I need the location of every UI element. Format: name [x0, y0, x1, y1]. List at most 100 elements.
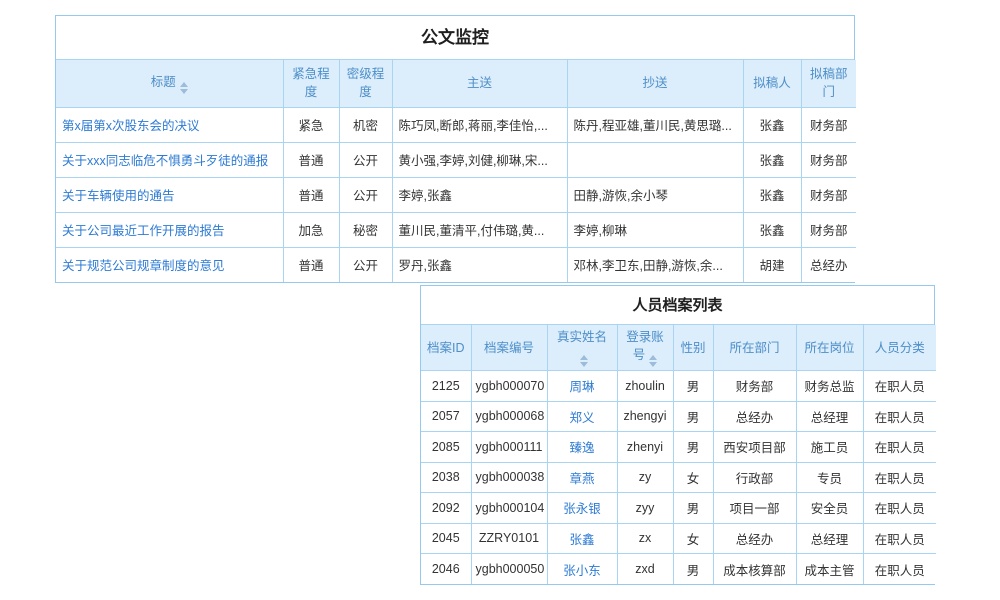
dept-cell: 财务部 — [713, 371, 796, 402]
col-header-account[interactable]: 登录账号 — [617, 325, 673, 371]
doc-row: 关于规范公司规章制度的意见 普通 公开 罗丹,张鑫 邓林,李卫东,田静,游恢,余… — [56, 247, 856, 282]
drafter-cell: 张鑫 — [743, 212, 801, 247]
real-name-link[interactable]: 张小东 — [563, 564, 601, 578]
copy-send-cell: 李婷,柳琳 — [567, 212, 743, 247]
sort-icon[interactable] — [180, 82, 188, 94]
gender-cell: 女 — [673, 523, 713, 554]
archive-code-cell: ygbh000068 — [471, 401, 547, 432]
account-cell: zhenyi — [617, 432, 673, 463]
main-send-cell: 黄小强,李婷,刘健,柳琳,宋... — [392, 142, 567, 177]
doc-title-link[interactable]: 关于规范公司规章制度的意见 — [62, 259, 225, 273]
doc-row: 关于公司最近工作开展的报告 加急 秘密 董川民,董清平,付伟璐,黄... 李婷,… — [56, 212, 856, 247]
col-header-archive-id: 档案ID — [421, 325, 471, 371]
col-header-copy-send: 抄送 — [567, 60, 743, 107]
sort-icon[interactable] — [580, 355, 588, 367]
real-name-cell: 章燕 — [547, 462, 617, 493]
col-header-account-label: 登录账号 — [626, 330, 664, 362]
urgency-cell: 紧急 — [283, 107, 339, 142]
gender-cell: 女 — [673, 462, 713, 493]
archive-id-cell: 2085 — [421, 432, 471, 463]
doc-title-link[interactable]: 关于xxx同志临危不惧勇斗歹徒的通报 — [62, 154, 268, 168]
archive-code-cell: ygbh000104 — [471, 493, 547, 524]
secrecy-cell: 机密 — [339, 107, 392, 142]
real-name-link[interactable]: 郑义 — [569, 411, 594, 425]
personnel-archive-table: 档案ID 档案编号 真实姓名 登录账号 性别 所在部门 所在岗位 人员分类 21… — [421, 325, 936, 584]
draft-dept-cell: 总经办 — [801, 247, 856, 282]
post-cell: 总经理 — [796, 523, 863, 554]
doc-title-cell: 关于规范公司规章制度的意见 — [56, 247, 283, 282]
doc-row: 关于车辆使用的通告 普通 公开 李婷,张鑫 田静,游恢,余小琴 张鑫 财务部 — [56, 177, 856, 212]
category-cell: 在职人员 — [863, 523, 936, 554]
urgency-cell: 加急 — [283, 212, 339, 247]
doc-title-cell: 关于车辆使用的通告 — [56, 177, 283, 212]
doc-row: 第x届第x次股东会的决议 紧急 机密 陈巧凤,断郎,蒋丽,李佳怡,... 陈丹,… — [56, 107, 856, 142]
col-header-main-send: 主送 — [392, 60, 567, 107]
personnel-row: 2125 ygbh000070 周琳 zhoulin 男 财务部 财务总监 在职… — [421, 371, 936, 402]
account-cell: zx — [617, 523, 673, 554]
drafter-cell: 张鑫 — [743, 142, 801, 177]
post-cell: 施工员 — [796, 432, 863, 463]
account-cell: zxd — [617, 554, 673, 585]
doc-monitor-table: 标题 紧急程度 密级程度 主送 抄送 拟稿人 拟稿部门 第x届第x次股东会的决议… — [56, 60, 856, 282]
archive-id-cell: 2045 — [421, 523, 471, 554]
doc-title-link[interactable]: 关于公司最近工作开展的报告 — [62, 224, 225, 238]
drafter-cell: 张鑫 — [743, 177, 801, 212]
real-name-link[interactable]: 张鑫 — [569, 533, 594, 547]
secrecy-cell: 公开 — [339, 142, 392, 177]
personnel-archive-title: 人员档案列表 — [421, 286, 934, 325]
copy-send-cell: 田静,游恢,余小琴 — [567, 177, 743, 212]
account-cell: zyy — [617, 493, 673, 524]
copy-send-cell: 陈丹,程亚雄,董川民,黄思璐... — [567, 107, 743, 142]
archive-code-cell: ygbh000111 — [471, 432, 547, 463]
real-name-link[interactable]: 臻逸 — [569, 441, 594, 455]
dept-cell: 成本核算部 — [713, 554, 796, 585]
archive-id-cell: 2092 — [421, 493, 471, 524]
drafter-cell: 胡建 — [743, 247, 801, 282]
urgency-cell: 普通 — [283, 142, 339, 177]
category-cell: 在职人员 — [863, 401, 936, 432]
gender-cell: 男 — [673, 401, 713, 432]
real-name-link[interactable]: 张永银 — [563, 502, 601, 516]
secrecy-cell: 秘密 — [339, 212, 392, 247]
urgency-cell: 普通 — [283, 247, 339, 282]
real-name-cell: 张鑫 — [547, 523, 617, 554]
real-name-link[interactable]: 周琳 — [569, 380, 594, 394]
archive-code-cell: ZZRY0101 — [471, 523, 547, 554]
archive-id-cell: 2125 — [421, 371, 471, 402]
dept-cell: 总经办 — [713, 523, 796, 554]
doc-title-cell: 关于xxx同志临危不惧勇斗歹徒的通报 — [56, 142, 283, 177]
real-name-cell: 张永银 — [547, 493, 617, 524]
personnel-row: 2085 ygbh000111 臻逸 zhenyi 男 西安项目部 施工员 在职… — [421, 432, 936, 463]
secrecy-cell: 公开 — [339, 177, 392, 212]
col-header-secrecy: 密级程度 — [339, 60, 392, 107]
sort-icon[interactable] — [649, 355, 657, 367]
copy-send-cell: 邓林,李卫东,田静,游恢,余... — [567, 247, 743, 282]
doc-monitor-title: 公文监控 — [56, 16, 854, 60]
archive-code-cell: ygbh000070 — [471, 371, 547, 402]
personnel-row: 2038 ygbh000038 章燕 zy 女 行政部 专员 在职人员 — [421, 462, 936, 493]
dept-cell: 项目一部 — [713, 493, 796, 524]
real-name-link[interactable]: 章燕 — [569, 472, 594, 486]
doc-title-link[interactable]: 第x届第x次股东会的决议 — [62, 119, 200, 133]
col-header-archive-code: 档案编号 — [471, 325, 547, 371]
col-header-real-name-label: 真实姓名 — [557, 330, 607, 344]
archive-id-cell: 2046 — [421, 554, 471, 585]
col-header-title[interactable]: 标题 — [56, 60, 283, 107]
main-send-cell: 董川民,董清平,付伟璐,黄... — [392, 212, 567, 247]
real-name-cell: 张小东 — [547, 554, 617, 585]
archive-id-cell: 2057 — [421, 401, 471, 432]
post-cell: 财务总监 — [796, 371, 863, 402]
doc-title-link[interactable]: 关于车辆使用的通告 — [62, 189, 175, 203]
main-send-cell: 陈巧凤,断郎,蒋丽,李佳怡,... — [392, 107, 567, 142]
dept-cell: 总经办 — [713, 401, 796, 432]
col-header-urgency: 紧急程度 — [283, 60, 339, 107]
doc-monitor-panel: 公文监控 标题 紧急程度 密级程度 主送 抄送 拟稿人 拟稿部门 第x届第x次股… — [55, 15, 855, 283]
main-send-cell: 罗丹,张鑫 — [392, 247, 567, 282]
secrecy-cell: 公开 — [339, 247, 392, 282]
draft-dept-cell: 财务部 — [801, 107, 856, 142]
col-header-drafter: 拟稿人 — [743, 60, 801, 107]
gender-cell: 男 — [673, 371, 713, 402]
urgency-cell: 普通 — [283, 177, 339, 212]
col-header-real-name[interactable]: 真实姓名 — [547, 325, 617, 371]
post-cell: 总经理 — [796, 401, 863, 432]
